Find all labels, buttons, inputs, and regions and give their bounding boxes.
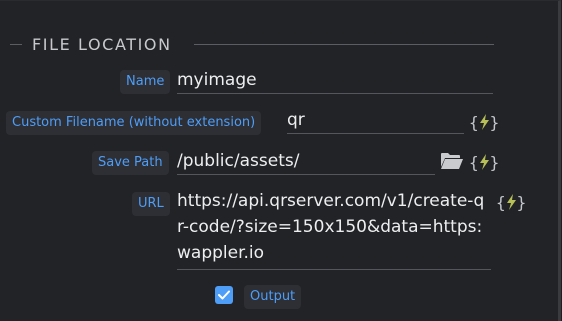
url-field[interactable]: https://api.qrserver.com/v1/create-qr-co…: [177, 188, 491, 270]
brace-left: {: [469, 152, 479, 172]
name-label: Name: [120, 70, 171, 94]
section-divider-right: [194, 44, 494, 45]
output-label[interactable]: Output: [244, 285, 302, 309]
brace-right: }: [489, 112, 500, 132]
brace-left: {: [496, 192, 506, 212]
section-title: FILE LOCATION: [32, 35, 172, 54]
properties-panel: FILE LOCATION Name myimage Custom Filena…: [0, 0, 561, 321]
section-header-file-location: FILE LOCATION: [10, 35, 496, 55]
custom-filename-field[interactable]: qr: [287, 107, 464, 134]
custom-filename-label: Custom Filename (without extension): [6, 111, 262, 135]
custom-filename-dynamic-button[interactable]: { }: [469, 111, 499, 133]
lightning-bolt-icon: [506, 194, 516, 210]
brace-right: }: [489, 152, 500, 172]
section-divider-left: [10, 44, 22, 45]
name-field[interactable]: myimage: [177, 67, 493, 94]
url-label: URL: [132, 192, 170, 216]
brace-left: {: [469, 112, 479, 132]
lightning-bolt-icon: [479, 154, 489, 170]
output-checkbox[interactable]: [215, 286, 233, 304]
checkmark-icon: [218, 290, 230, 300]
save-path-field[interactable]: /public/assets/: [177, 148, 435, 175]
lightning-bolt-icon: [479, 114, 489, 130]
save-path-label: Save Path: [92, 151, 169, 175]
url-dynamic-button[interactable]: { }: [496, 191, 526, 213]
save-path-dynamic-button[interactable]: { }: [469, 151, 499, 173]
folder-open-icon[interactable]: [440, 152, 464, 170]
brace-right: }: [516, 192, 527, 212]
